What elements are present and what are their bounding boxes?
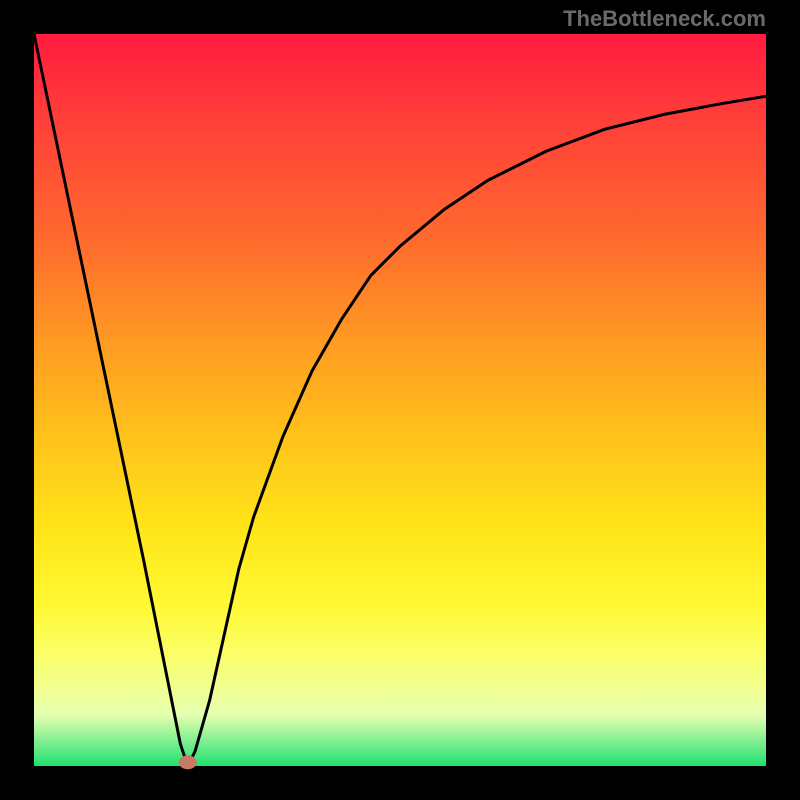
chart-frame: TheBottleneck.com [0, 0, 800, 800]
curve-layer [0, 0, 800, 800]
optimal-point-marker [179, 755, 197, 769]
bottleneck-curve [34, 34, 766, 766]
